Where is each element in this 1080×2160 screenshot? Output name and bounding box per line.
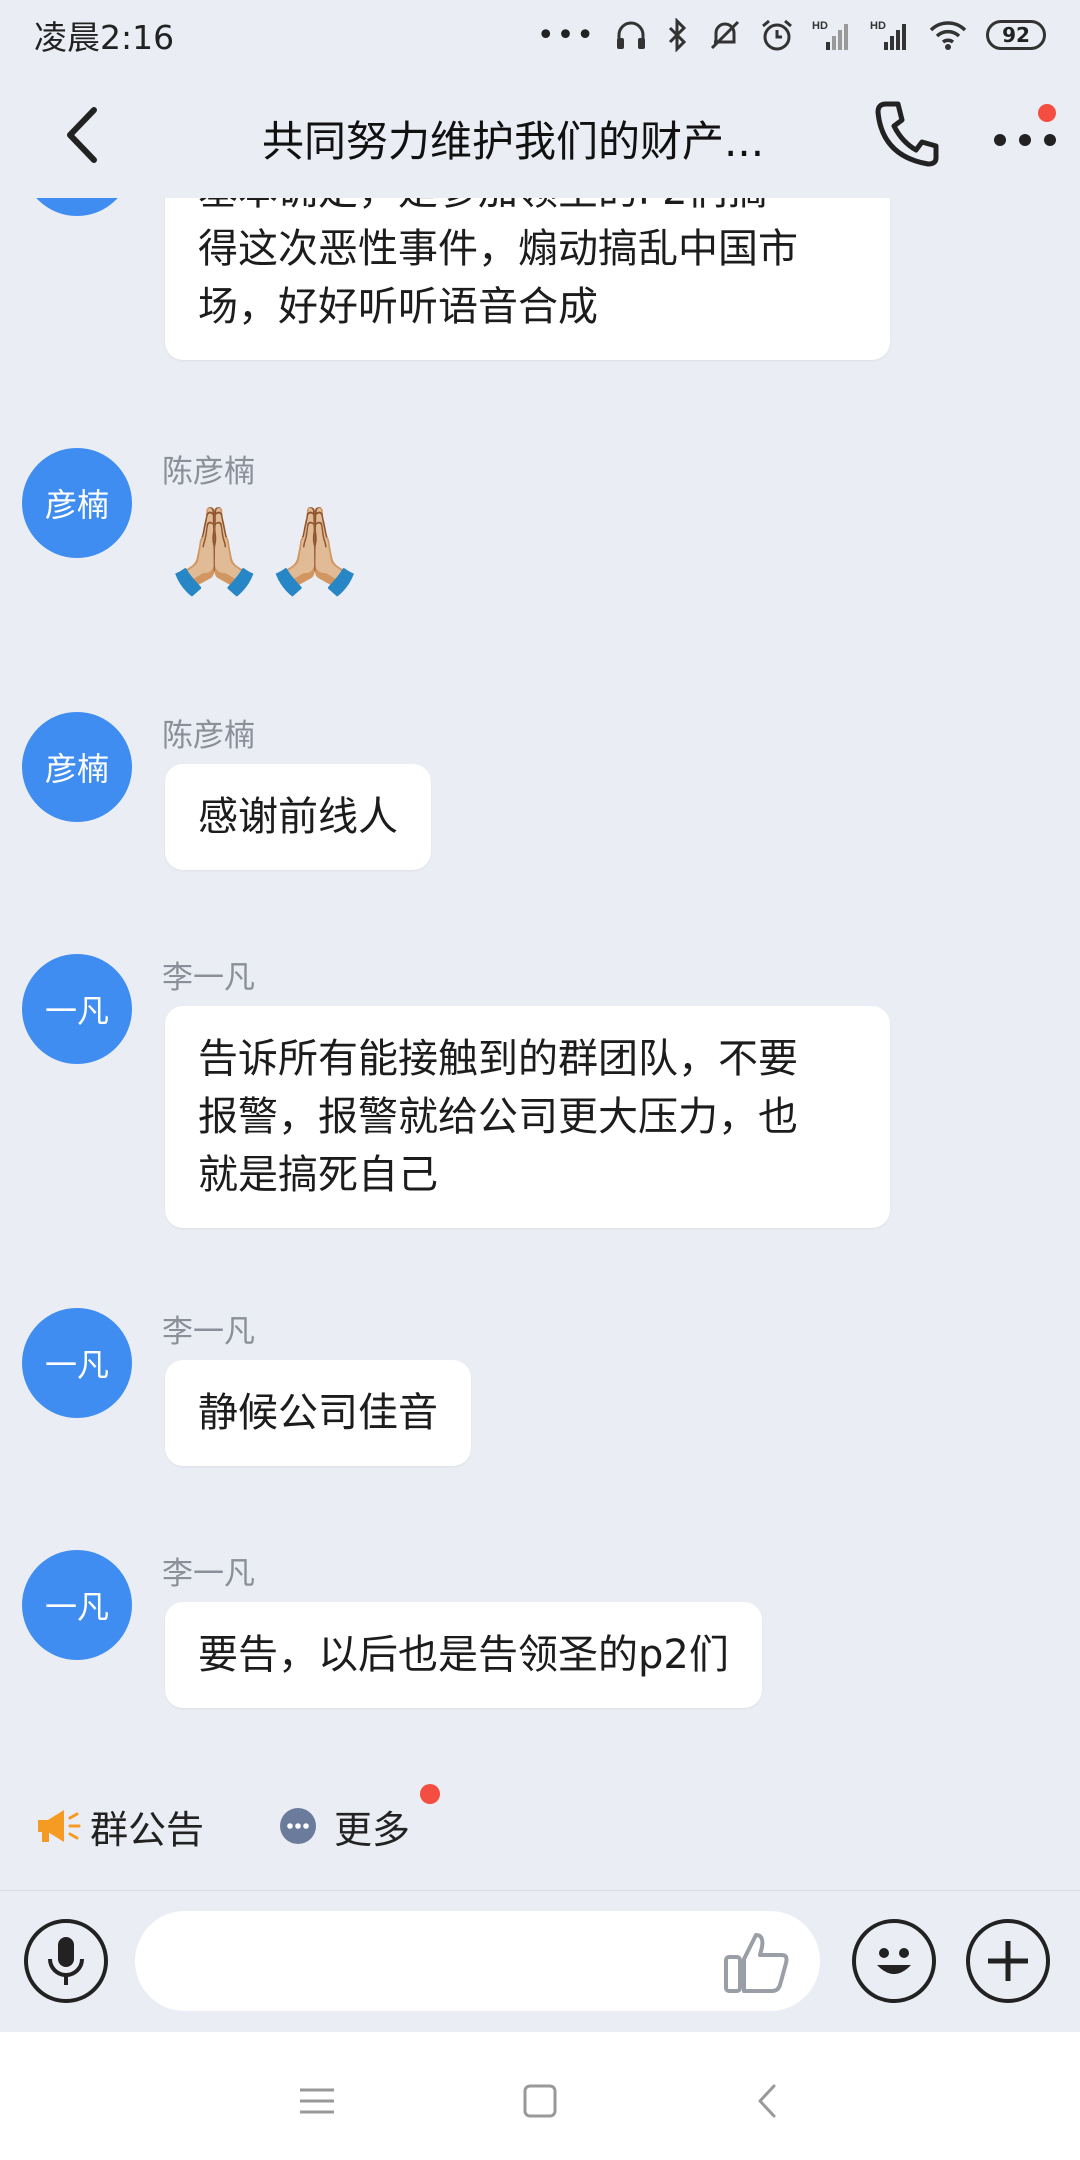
message-line: 感谢前线人 [198, 794, 398, 840]
avatar[interactable] [22, 198, 132, 216]
avatar[interactable]: 一凡 [22, 1308, 132, 1418]
like-button[interactable] [720, 1927, 794, 1997]
alarm-icon [760, 18, 794, 52]
wifi-icon [928, 18, 968, 52]
plus-button[interactable] [966, 1919, 1050, 2003]
microphone-icon [48, 1937, 84, 1985]
group-announcement-label: 群公告 [90, 1807, 205, 1852]
more-options-button[interactable] [990, 104, 1060, 162]
message-list[interactable]: 基本确定，是参加领圣的P2们搞 得这次恶性事件，煽动搞乱中国市 场，好好听听语音… [0, 198, 1080, 1738]
notification-dot [420, 1784, 440, 1804]
quick-actions: 群公告 更多 [0, 1778, 1080, 1874]
message-line: 要告，以后也是告领圣的p2们 [198, 1632, 729, 1678]
mute-icon [708, 18, 742, 52]
chat-title: 共同努力维护我们的财产... [262, 117, 765, 166]
message-line: 报警，报警就给公司更大压力，也 [198, 1094, 798, 1140]
back-icon [67, 107, 97, 163]
system-nav-bar [0, 2032, 1080, 2160]
sender-name: 陈彦楠 [162, 718, 255, 754]
message-line: 场，好好听听语音合成 [198, 284, 598, 330]
svg-text:HD: HD [812, 20, 828, 32]
back-button[interactable] [52, 100, 112, 170]
ellipsis-icon [280, 1808, 316, 1844]
emoji-message[interactable]: 🙏🏼🙏🏼 [162, 500, 367, 600]
menu-icon [300, 2088, 334, 2114]
back-nav-icon [758, 2084, 776, 2118]
message-bubble[interactable]: 静候公司佳音 [165, 1360, 471, 1466]
menu-button[interactable] [292, 2076, 342, 2126]
megaphone-icon [38, 1810, 81, 1842]
message-line: 就是搞死自己 [198, 1152, 438, 1198]
message-line: 得这次恶性事件，煽动搞乱中国市 [198, 226, 798, 272]
notification-dot [1038, 104, 1056, 122]
home-button[interactable] [515, 2076, 565, 2126]
avatar[interactable]: 一凡 [22, 1550, 132, 1660]
group-announcement-button[interactable]: 群公告 [18, 1778, 223, 1874]
status-icons: ••• HD HD 92 [537, 18, 1046, 53]
headphones-icon [614, 18, 648, 52]
avatar[interactable]: 一凡 [22, 954, 132, 1064]
sender-name: 陈彦楠 [162, 454, 255, 490]
message-line: 告诉所有能接触到的群团队，不要 [198, 1036, 798, 1082]
status-time: 凌晨2:16 [34, 18, 175, 57]
message-bubble[interactable]: 感谢前线人 [165, 764, 431, 870]
signal-hd-1-icon: HD [812, 18, 852, 52]
battery-icon: 92 [986, 20, 1046, 50]
message-input[interactable] [135, 1911, 820, 2011]
avatar[interactable]: 彦楠 [22, 448, 132, 558]
notification-dots: ••• [536, 17, 596, 53]
voice-button[interactable] [24, 1919, 108, 2003]
sender-name: 李一凡 [162, 1314, 255, 1350]
home-icon [523, 2084, 557, 2118]
message-line: 静候公司佳音 [198, 1390, 438, 1436]
emoji-button[interactable] [852, 1919, 936, 2003]
more-features-button[interactable]: 更多 [258, 1778, 430, 1874]
thumbs-up-icon [724, 1933, 789, 1993]
chat-header: 共同努力维护我们的财产... [0, 70, 1080, 198]
emoji-icon [877, 1948, 911, 1974]
sender-name: 李一凡 [162, 1556, 255, 1592]
signal-hd-2-icon: HD [870, 18, 910, 52]
message-line: 基本确定，是参加领圣的P2们搞 [198, 198, 857, 220]
back-nav-button[interactable] [742, 2076, 792, 2126]
sender-name: 李一凡 [162, 960, 255, 996]
avatar[interactable]: 彦楠 [22, 712, 132, 822]
message-bubble[interactable]: 要告，以后也是告领圣的p2们 [165, 1602, 762, 1708]
svg-text:HD: HD [870, 20, 886, 32]
message-bubble[interactable]: 告诉所有能接触到的群团队，不要 报警，报警就给公司更大压力，也 就是搞死自己 [165, 1006, 890, 1228]
bluetooth-icon [666, 18, 690, 52]
input-bar [0, 1890, 1080, 2030]
call-button[interactable] [872, 96, 942, 172]
phone-icon [875, 101, 939, 167]
more-features-label: 更多 [334, 1807, 411, 1852]
message-bubble[interactable]: 基本确定，是参加领圣的P2们搞 得这次恶性事件，煽动搞乱中国市 场，好好听听语音… [165, 198, 890, 360]
status-bar: 凌晨2:16 ••• HD HD 92 [0, 0, 1080, 70]
plus-icon [988, 1941, 1028, 1981]
